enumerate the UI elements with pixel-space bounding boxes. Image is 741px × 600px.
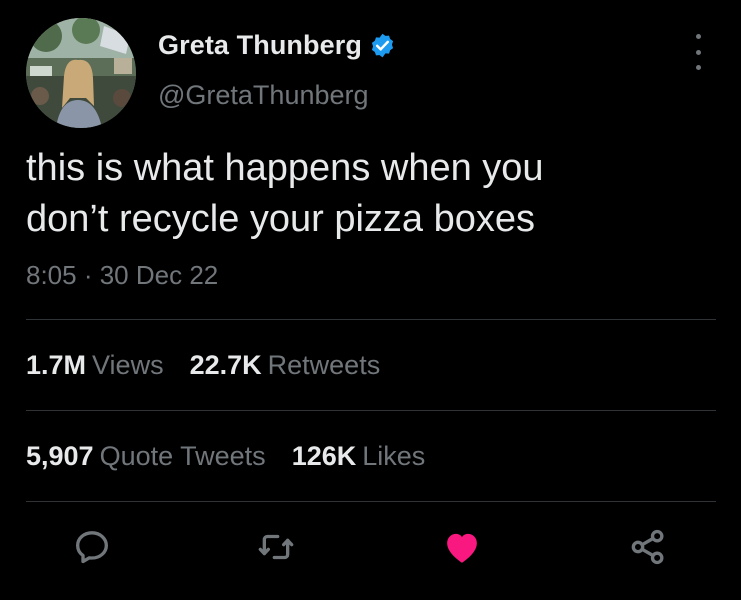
quote-tweets-stat[interactable]: 5,907 Quote Tweets <box>26 441 266 472</box>
share-icon[interactable] <box>626 525 670 569</box>
retweets-stat[interactable]: 22.7K Retweets <box>190 350 381 381</box>
likes-label[interactable]: Likes <box>362 441 425 471</box>
verified-badge-icon <box>369 32 396 59</box>
retweets-count[interactable]: 22.7K <box>190 350 262 380</box>
tweet-timestamp[interactable]: 8:05 · 30 Dec 22 <box>26 260 218 291</box>
stats-row-2: 5,907 Quote Tweets 126K Likes <box>26 441 451 472</box>
retweets-label[interactable]: Retweets <box>268 350 381 380</box>
views-label: Views <box>92 350 164 380</box>
views-stat: 1.7M Views <box>26 350 164 381</box>
divider <box>26 501 716 502</box>
author-name[interactable]: Greta Thunberg <box>158 30 362 61</box>
quote-tweets-count[interactable]: 5,907 <box>26 441 94 471</box>
more-options-icon[interactable] <box>684 34 712 70</box>
divider <box>26 410 716 411</box>
stats-row-1: 1.7M Views 22.7K Retweets <box>26 350 406 381</box>
retweet-icon[interactable] <box>254 525 298 569</box>
tweet-text-line-2: don’t recycle your pizza boxes <box>26 198 536 240</box>
likes-count[interactable]: 126K <box>292 441 357 471</box>
quote-tweets-label[interactable]: Quote Tweets <box>100 441 266 471</box>
views-count: 1.7M <box>26 350 87 380</box>
likes-stat[interactable]: 126K Likes <box>292 441 426 472</box>
avatar[interactable] <box>26 18 136 128</box>
like-icon[interactable] <box>440 525 484 569</box>
author-handle[interactable]: @GretaThunberg <box>158 80 369 111</box>
tweet-text-line-1: this is what happens when you <box>26 147 544 189</box>
author-name-row[interactable]: Greta Thunberg <box>158 30 396 61</box>
divider <box>26 319 716 320</box>
action-bar <box>0 525 741 579</box>
reply-icon[interactable] <box>70 525 114 569</box>
tweet-text: this is what happens when you don’t recy… <box>26 143 716 245</box>
